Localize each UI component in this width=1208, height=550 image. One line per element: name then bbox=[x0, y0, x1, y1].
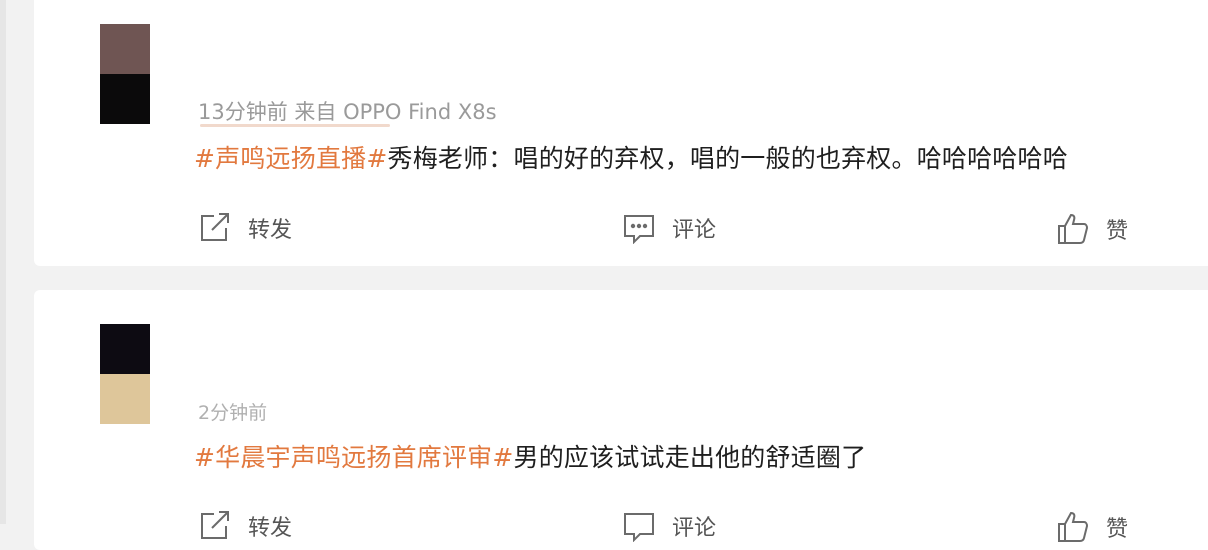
post-meta: 2分钟前 bbox=[198, 402, 268, 424]
thumbs-up-icon bbox=[1056, 510, 1090, 544]
avatar[interactable] bbox=[100, 324, 150, 424]
avatar-top bbox=[100, 24, 150, 74]
post-text: #华晨宇声鸣远扬首席评审#男的应该试试走出他的舒适圈了 bbox=[194, 438, 866, 474]
like-button[interactable]: 赞 bbox=[1056, 510, 1128, 544]
repost-label: 转发 bbox=[248, 218, 293, 243]
like-label: 赞 bbox=[1106, 517, 1129, 542]
thumbs-up-icon bbox=[1056, 212, 1090, 246]
like-button[interactable]: 赞 bbox=[1056, 212, 1128, 246]
comment-button[interactable]: 评论 bbox=[622, 510, 716, 542]
avatar-bottom bbox=[100, 374, 150, 424]
post-body: 秀梅老师：唱的好的弃权，唱的一般的也弃权。哈哈哈哈哈哈 bbox=[387, 144, 1068, 173]
post-meta: 13分钟前 来自 OPPO Find X8s bbox=[198, 100, 497, 124]
comment-button[interactable]: 评论 bbox=[622, 212, 716, 244]
post-card: 2分钟前 #华晨宇声鸣远扬首席评审#男的应该试试走出他的舒适圈了 转发 评论 赞 bbox=[34, 290, 1208, 550]
comment-label: 评论 bbox=[672, 516, 717, 541]
repost-icon bbox=[198, 510, 232, 542]
repost-button[interactable]: 转发 bbox=[198, 510, 292, 542]
avatar-bottom bbox=[100, 74, 150, 124]
repost-label: 转发 bbox=[248, 516, 293, 541]
comment-icon bbox=[622, 212, 656, 244]
repost-button[interactable]: 转发 bbox=[198, 212, 292, 244]
avatar-top bbox=[100, 324, 150, 374]
repost-icon bbox=[198, 212, 232, 244]
comment-label: 评论 bbox=[672, 218, 717, 243]
post-body: 男的应该试试走出他的舒适圈了 bbox=[513, 443, 867, 472]
comment-icon bbox=[622, 510, 656, 542]
topic-link[interactable]: #声鸣远扬直播# bbox=[194, 144, 388, 173]
like-label: 赞 bbox=[1106, 219, 1129, 244]
post-text: #声鸣远扬直播#秀梅老师：唱的好的弃权，唱的一般的也弃权。哈哈哈哈哈哈 bbox=[194, 139, 1068, 175]
page-left-edge bbox=[0, 0, 6, 524]
post-card: 13分钟前 来自 OPPO Find X8s #声鸣远扬直播#秀梅老师：唱的好的… bbox=[34, 0, 1208, 266]
meta-underline bbox=[200, 124, 390, 127]
topic-link[interactable]: #华晨宇声鸣远扬首席评审# bbox=[194, 443, 514, 472]
avatar[interactable] bbox=[100, 24, 150, 124]
